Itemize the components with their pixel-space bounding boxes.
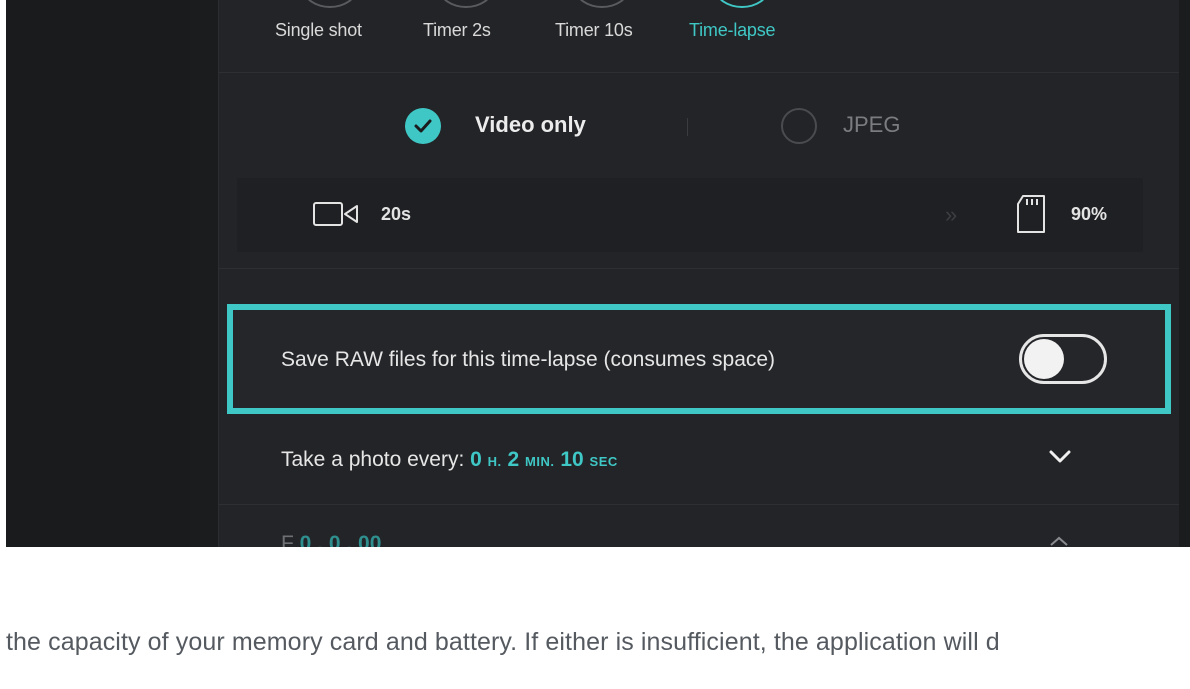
mode-timer-2s-icon (439, 0, 493, 8)
interval-hours: 0 (470, 448, 482, 471)
app-screenshot: Single shot Timer 2s Timer 10s Time-laps… (6, 0, 1190, 547)
duration-prefix: F (281, 532, 294, 547)
format-row: Video only JPEG (219, 72, 1179, 176)
mode-timelapse[interactable]: Time-lapse (689, 20, 776, 41)
mode-timer-10s-icon (575, 0, 629, 8)
jpeg-radio[interactable] (781, 108, 817, 144)
video-only-label[interactable]: Video only (475, 112, 586, 138)
double-chevron-right-icon: » (945, 202, 958, 227)
divider (219, 268, 1179, 269)
interval-text: Take a photo every: 0 H. 2 MIN. 10 SEC (281, 448, 618, 472)
capture-mode-row: Single shot Timer 2s Timer 10s Time-laps… (219, 0, 1179, 73)
jpeg-label[interactable]: JPEG (843, 112, 900, 138)
left-column (6, 0, 190, 547)
interval-row[interactable]: Take a photo every: 0 H. 2 MIN. 10 SEC (219, 410, 1179, 505)
save-raw-toggle[interactable] (1019, 334, 1107, 384)
storage-percent: 90% (1071, 204, 1108, 224)
interval-hours-unit: H. (487, 454, 502, 469)
save-raw-option[interactable]: Save RAW files for this time-lapse (cons… (227, 304, 1171, 414)
mode-timer-2s[interactable]: Timer 2s (423, 20, 491, 41)
mode-timelapse-icon (715, 0, 769, 8)
mode-single-shot[interactable]: Single shot (275, 20, 362, 41)
article-paragraph: the capacity of your memory card and bat… (6, 628, 1000, 656)
capture-info-bar: 20s » 90% (237, 178, 1143, 252)
duration-partial-value: 0 . 0 . 00 (299, 532, 382, 547)
save-raw-label: Save RAW files for this time-lapse (cons… (281, 348, 776, 371)
mode-single-shot-icon (303, 0, 357, 8)
interval-prefix: Take a photo every: (281, 448, 465, 471)
chevron-down-icon-partial[interactable] (1049, 536, 1069, 547)
video-camera-icon (313, 202, 358, 226)
timelapse-settings-panel: Single shot Timer 2s Timer 10s Time-laps… (218, 0, 1179, 547)
duration-row-partial[interactable]: F 0 . 0 . 00 (281, 532, 381, 547)
interval-minutes-unit: MIN. (525, 454, 555, 469)
format-divider (687, 118, 688, 136)
video-only-radio[interactable] (405, 108, 441, 144)
chevron-down-icon[interactable] (1049, 450, 1071, 464)
mode-timer-10s[interactable]: Timer 10s (555, 20, 633, 41)
interval-minutes: 2 (507, 448, 520, 471)
sd-card-icon (1017, 195, 1045, 233)
checkmark-icon (414, 119, 432, 133)
video-duration: 20s (381, 204, 412, 224)
interval-seconds-unit: SEC (589, 454, 618, 469)
toggle-knob (1024, 339, 1064, 379)
interval-seconds: 10 (560, 448, 584, 471)
